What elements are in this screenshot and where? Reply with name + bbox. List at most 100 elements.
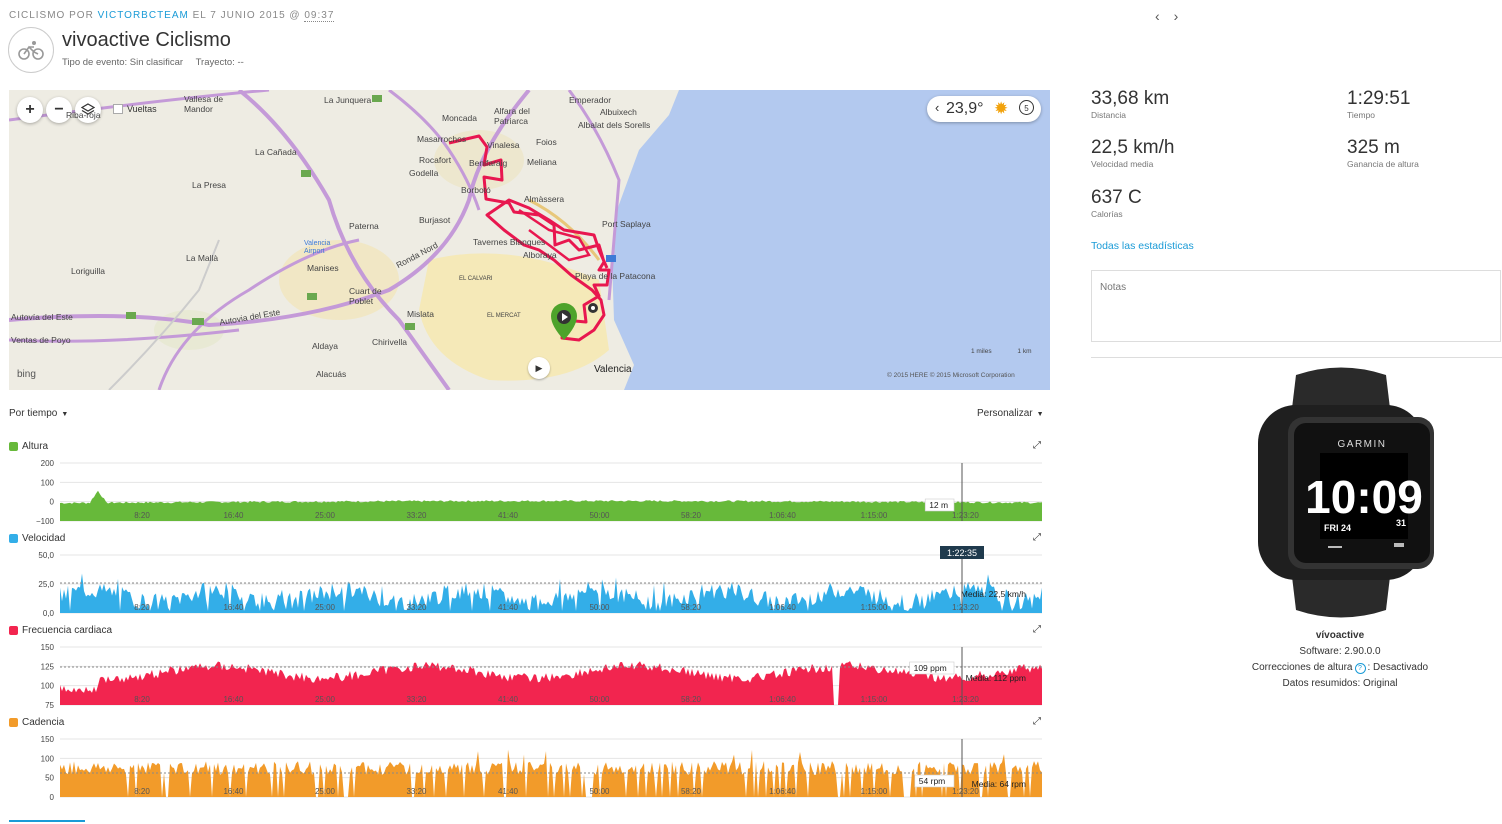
device-info: vívoactive Software: 2.90.0.0 Correccion… [1180,628,1500,692]
map-place: Alfara del Patriarca [494,106,530,126]
laps-toggle[interactable]: Vueltas [113,104,157,114]
stat-avg-speed-label: Velocidad media [1091,159,1154,169]
previous-activity-button[interactable]: ‹ [1155,8,1160,24]
y-tick-label: −100 [36,517,55,526]
map-place: Valencia [594,364,632,375]
x-tick-label: 33:20 [406,695,427,704]
chart-area [60,490,1042,521]
next-activity-button[interactable]: › [1174,8,1179,24]
stat-distance-label: Distancia [1091,110,1126,120]
play-route-button[interactable]: ▶ [528,357,550,379]
weather-temperature: 23,9° [946,100,984,117]
y-tick-label: 100 [41,682,55,691]
zoom-in-button[interactable]: + [17,97,43,123]
stat-time-value: 1:29:51 [1347,88,1411,109]
activity-charts[interactable]: 200 100 0 −100 8:20 16:40 25:00 33:20 41:40 50:00… [0,455,1050,805]
map-place: Borbotó [461,185,491,195]
sun-icon: ✹ [994,99,1009,118]
x-tick-label: 8:20 [134,695,150,704]
bing-logo: bing [17,369,36,380]
y-tick-label: 150 [41,643,55,652]
laps-checkbox[interactable] [113,104,123,114]
map-place: EL MERCAT [487,313,521,319]
stat-calories-value: 637 C [1091,187,1142,208]
y-tick-label: 125 [41,662,55,671]
chevron-left-icon[interactable]: ‹ [935,100,939,115]
breadcrumb: CICLISMO POR VICTORBCTEAM EL 7 JUNIO 201… [9,10,335,22]
x-tick-label: 1:15:00 [861,603,888,612]
x-tick-label: 41:40 [498,787,519,796]
x-axis-mode-dropdown[interactable]: Por tiempo ▼ [9,408,68,419]
x-tick-label: 25:00 [315,695,336,704]
course[interactable]: Trayecto: -- [196,57,244,68]
map-place: La Cañada [255,147,297,157]
x-tick-label: 1:15:00 [861,695,888,704]
x-tick-label: 1:06:40 [769,695,796,704]
x-tick-label: 1:23:20 [952,695,979,704]
user-link[interactable]: VICTORBCTEAM [98,10,189,21]
help-icon[interactable]: ? [1354,663,1366,674]
x-tick-label: 8:20 [134,603,150,612]
map-place: Tavernes Blanques [473,237,546,247]
x-tick-label: 50:00 [589,603,610,612]
map-place: Albalat dels Sorells [578,120,651,130]
map-place: Playa de la Patacona [575,271,656,281]
x-tick-label: 1:15:00 [861,787,888,796]
activity-nav: ‹ › [1155,8,1188,24]
map-place: La Presa [192,180,227,190]
y-tick-label: 150 [41,735,55,744]
map-place: Valencia Airport [304,240,331,255]
map-place: Benifaraig [469,158,508,168]
stat-time-label: Tiempo [1347,110,1376,120]
expand-icon[interactable]: ⤢ [1033,440,1041,451]
tooltip-value: 109 ppm [914,663,947,673]
x-tick-label: 41:40 [498,603,519,612]
page-title[interactable]: vivoactive Ciclismo [62,29,231,52]
chart-area [60,749,1042,797]
x-tick-label: 1:06:40 [769,787,796,796]
x-tick-label: 50:00 [589,695,610,704]
map-place: Emperador [569,95,612,105]
x-tick-label: 16:40 [223,695,244,704]
map-place: Alboraya [523,250,557,260]
device-summary: Datos resumidos: Original [1282,678,1398,689]
map-place: Mislata [407,309,434,319]
map-place: Meliana [527,157,557,167]
notes-field[interactable]: Notas [1091,270,1501,342]
x-tick-label: 58:20 [681,603,702,612]
chevron-down-icon: ▼ [1036,411,1044,418]
map-place: Albuixech [600,107,637,117]
x-tick-label: 33:20 [406,787,427,796]
map-place: Cuart de Poblet [349,286,382,306]
map-place: Godella [409,168,439,178]
weather-widget[interactable]: ‹ 23,9° ✹ 5 [927,96,1041,122]
watch-brand: GARMIN [1338,439,1387,450]
map-place: Loriguilla [71,266,106,276]
x-tick-label: 1:15:00 [861,511,888,520]
route-map[interactable]: + − Vueltas ‹ 23,9° ✹ 5 La Junquera Vall… [9,90,1050,390]
legend-swatch [9,442,18,451]
map-place: Moncada [442,113,477,123]
chart-area [60,573,1042,613]
x-tick-label: 1:06:40 [769,511,796,520]
activity-meta: Tipo de evento: Sin clasificar Trayecto:… [62,57,254,68]
map-place: Paterna [349,221,379,231]
chevron-down-icon: ▼ [61,411,69,418]
event-type[interactable]: Tipo de evento: Sin clasificar [62,57,183,68]
watch-day: FRI 24 [1324,523,1351,533]
map-place: Vallesa de Mandor [184,94,224,114]
watch-date: 31 [1396,518,1406,528]
all-stats-link[interactable]: Todas las estadísticas [1091,240,1194,252]
x-tick-label: 50:00 [589,787,610,796]
x-tick-label: 58:20 [681,787,702,796]
tooltip-value: 12 m [929,500,948,510]
x-tick-label: 8:20 [134,511,150,520]
x-tick-label: 25:00 [315,511,336,520]
y-tick-label: 100 [41,478,55,487]
y-tick-label: 0 [50,793,55,802]
activity-date: EL 7 JUNIO 2015 @ [192,10,301,21]
map-place: Rocafort [419,155,452,165]
stat-distance-value: 33,68 km [1091,88,1170,109]
x-tick-label: 1:06:40 [769,603,796,612]
customize-dropdown[interactable]: Personalizar ▼ [977,408,1044,419]
